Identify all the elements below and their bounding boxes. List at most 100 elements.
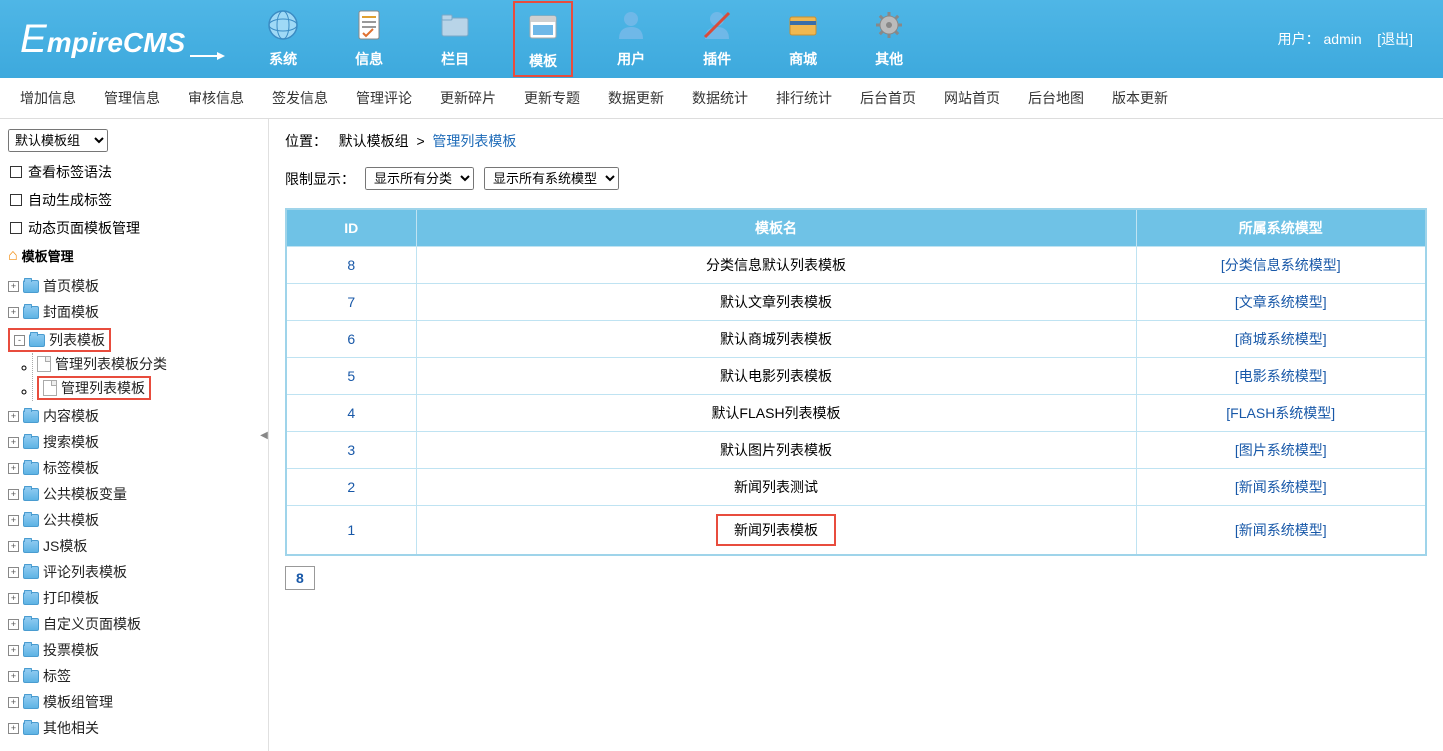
square-icon [10, 166, 22, 178]
tree-label[interactable]: 管理列表模板分类 [55, 354, 167, 374]
tree-node: + 内容模板 [8, 403, 252, 429]
model-link[interactable]: [分类信息系统模型] [1221, 257, 1341, 273]
page-current[interactable]: 8 [285, 566, 315, 590]
expand-icon[interactable]: + [8, 541, 19, 552]
subnav-link[interactable]: 后台地图 [1028, 88, 1084, 108]
folder-icon [23, 696, 39, 709]
tree-label[interactable]: 封面模板 [43, 302, 99, 322]
expand-icon[interactable]: + [8, 645, 19, 656]
tree-label[interactable]: 打印模板 [43, 588, 99, 608]
expand-icon[interactable]: + [8, 281, 19, 292]
sidebar-quick-item[interactable]: 查看标签语法 [8, 158, 252, 186]
subnav-link[interactable]: 管理评论 [356, 88, 412, 108]
col-name: 模板名 [416, 209, 1136, 247]
subnav-link[interactable]: 管理信息 [104, 88, 160, 108]
table-row[interactable]: 2新闻列表测试[新闻系统模型] [286, 469, 1426, 506]
model-link[interactable]: [文章系统模型] [1235, 294, 1327, 310]
tree-label[interactable]: 标签 [43, 666, 71, 686]
subnav-link[interactable]: 数据统计 [692, 88, 748, 108]
table-row[interactable]: 4默认FLASH列表模板[FLASH系统模型] [286, 395, 1426, 432]
expand-icon[interactable]: + [8, 463, 19, 474]
expand-icon[interactable]: + [8, 697, 19, 708]
filter-category-select[interactable]: 显示所有分类 [365, 167, 474, 190]
sidebar-quick-item[interactable]: 自动生成标签 [8, 186, 252, 214]
breadcrumb-current[interactable]: 管理列表模板 [432, 133, 516, 149]
model-link[interactable]: [电影系统模型] [1235, 368, 1327, 384]
expand-icon[interactable]: - [14, 335, 25, 346]
sidebar-quick-item[interactable]: 动态页面模板管理 [8, 214, 252, 242]
card-icon [783, 5, 823, 45]
table-row[interactable]: 7默认文章列表模板[文章系统模型] [286, 284, 1426, 321]
table-row[interactable]: 3默认图片列表模板[图片系统模型] [286, 432, 1426, 469]
top-menu-window[interactable]: 模板 [513, 1, 573, 77]
tree-label[interactable]: 模板组管理 [43, 692, 113, 712]
subnav-link[interactable]: 后台首页 [860, 88, 916, 108]
tree-label[interactable]: 列表模板 [49, 330, 105, 350]
expand-icon[interactable]: + [8, 489, 19, 500]
user-name[interactable]: admin [1324, 31, 1362, 47]
expand-icon[interactable]: + [8, 593, 19, 604]
tree-label[interactable]: JS模板 [43, 536, 87, 556]
table-row[interactable]: 6默认商城列表模板[商城系统模型] [286, 321, 1426, 358]
tree-node: + JS模板 [8, 533, 252, 559]
chevron-left-icon: ◀ [260, 430, 268, 441]
tree-label[interactable]: 首页模板 [43, 276, 99, 296]
subnav-link[interactable]: 数据更新 [608, 88, 664, 108]
top-menu-user[interactable]: 用户 [603, 1, 659, 77]
square-icon [10, 222, 22, 234]
table-row[interactable]: 5默认电影列表模板[电影系统模型] [286, 358, 1426, 395]
top-menu-gear[interactable]: 其他 [861, 1, 917, 77]
top-menu-globe[interactable]: 系统 [255, 1, 311, 77]
folder-icon [23, 436, 39, 449]
expand-icon[interactable]: + [8, 671, 19, 682]
cell-name: 默认电影列表模板 [416, 358, 1136, 395]
subnav-link[interactable]: 更新专题 [524, 88, 580, 108]
top-menu-card[interactable]: 商城 [775, 1, 831, 77]
table-row[interactable]: 8分类信息默认列表模板[分类信息系统模型] [286, 247, 1426, 284]
subnav-link[interactable]: 排行统计 [776, 88, 832, 108]
model-link[interactable]: [新闻系统模型] [1235, 479, 1327, 495]
tree-label[interactable]: 标签模板 [43, 458, 99, 478]
tree-label[interactable]: 其他相关 [43, 718, 99, 738]
subnav-link[interactable]: 版本更新 [1112, 88, 1168, 108]
table-row[interactable]: 1新闻列表模板[新闻系统模型] [286, 506, 1426, 556]
cell-id: 2 [286, 469, 416, 506]
tree-label[interactable]: 投票模板 [43, 640, 99, 660]
logout-link[interactable]: [退出] [1377, 31, 1413, 47]
subnav-link[interactable]: 审核信息 [188, 88, 244, 108]
subnav-link[interactable]: 更新碎片 [440, 88, 496, 108]
cell-model: [商城系统模型] [1136, 321, 1426, 358]
expand-icon[interactable]: + [8, 307, 19, 318]
top-menu-label: 模板 [529, 51, 557, 71]
top-menu-folder[interactable]: 栏目 [427, 1, 483, 77]
filter-model-select[interactable]: 显示所有系统模型 [484, 167, 619, 190]
tree-label[interactable]: 公共模板 [43, 510, 99, 530]
expand-icon[interactable]: + [8, 515, 19, 526]
subnav-link[interactable]: 增加信息 [20, 88, 76, 108]
expand-icon[interactable]: + [8, 437, 19, 448]
model-link[interactable]: [图片系统模型] [1235, 442, 1327, 458]
tree-label[interactable]: 搜索模板 [43, 432, 99, 452]
tree-label[interactable]: 管理列表模板 [61, 378, 145, 398]
expand-icon[interactable]: + [8, 567, 19, 578]
model-link[interactable]: [商城系统模型] [1235, 331, 1327, 347]
subnav-link[interactable]: 网站首页 [944, 88, 1000, 108]
top-menu-tool[interactable]: 插件 [689, 1, 745, 77]
expand-icon[interactable]: + [8, 411, 19, 422]
folder-icon [23, 540, 39, 553]
resize-handle[interactable]: ◀ [260, 119, 268, 751]
subnav-link[interactable]: 签发信息 [272, 88, 328, 108]
folder-icon [23, 670, 39, 683]
tree-label[interactable]: 评论列表模板 [43, 562, 127, 582]
model-link[interactable]: [新闻系统模型] [1235, 522, 1327, 538]
expand-icon[interactable]: + [8, 723, 19, 734]
tree-label[interactable]: 内容模板 [43, 406, 99, 426]
tree-label[interactable]: 公共模板变量 [43, 484, 127, 504]
tree-node: +自定义页面模板 [8, 611, 252, 637]
model-link[interactable]: [FLASH系统模型] [1226, 405, 1335, 421]
template-group-select[interactable]: 默认模板组 [8, 129, 108, 152]
tree-node: + 投票模板 [8, 637, 252, 663]
tree-label[interactable]: 自定义页面模板 [43, 614, 141, 634]
top-menu-doc[interactable]: 信息 [341, 1, 397, 77]
folder-icon [23, 514, 39, 527]
